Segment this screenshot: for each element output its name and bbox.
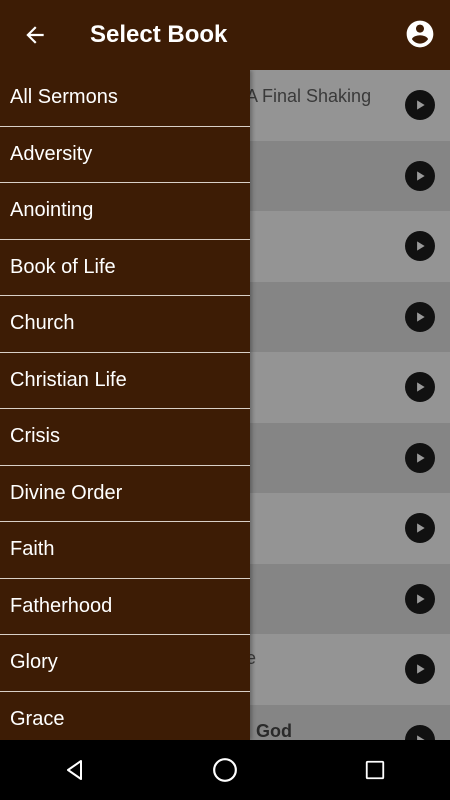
drawer-item[interactable]: Glory <box>0 635 250 692</box>
play-icon <box>417 593 425 604</box>
drawer-item[interactable]: Adversity <box>0 127 250 183</box>
drawer-item[interactable]: Divine Order <box>0 466 250 522</box>
drawer-item[interactable]: Anointing <box>0 183 250 240</box>
play-icon <box>417 311 425 322</box>
play-icon <box>417 100 425 110</box>
play-button[interactable] <box>405 724 435 740</box>
book-drawer: All Sermons Adversity Anointing Book of Lif… <box>0 70 250 740</box>
page-title: Select Book <box>90 21 228 48</box>
arrow-back-icon <box>26 26 44 44</box>
play-button[interactable] <box>405 442 435 473</box>
play-icon <box>417 734 425 740</box>
play-icon <box>417 664 425 674</box>
play-button[interactable] <box>405 513 435 543</box>
play-icon <box>417 452 425 463</box>
play-button[interactable] <box>405 654 435 684</box>
drawer-item[interactable]: Christian Life <box>0 353 250 409</box>
account-button[interactable] <box>404 18 436 50</box>
drawer-item[interactable]: All Sermons <box>0 70 250 127</box>
play-icon <box>417 241 425 251</box>
play-icon <box>417 523 425 533</box>
play-icon <box>417 382 425 392</box>
play-button[interactable] <box>405 301 435 332</box>
nav-back-icon <box>67 760 82 780</box>
system-nav-bar <box>0 740 450 800</box>
sermon-title: A Final Shaking <box>246 86 372 106</box>
play-button[interactable] <box>405 231 435 261</box>
drawer-item[interactable]: Church <box>0 296 250 353</box>
nav-recents-icon <box>365 760 385 780</box>
account-circle-icon <box>406 20 434 48</box>
drawer-item[interactable]: Grace <box>0 692 250 741</box>
drawer-item[interactable]: Faith <box>0 522 250 579</box>
sermon-title: l God <box>246 720 292 741</box>
play-button[interactable] <box>405 372 435 402</box>
play-button[interactable] <box>405 90 435 120</box>
play-button[interactable] <box>405 583 435 614</box>
drawer-item[interactable]: Fatherhood <box>0 579 250 635</box>
nav-back-button[interactable] <box>51 746 99 794</box>
nav-home-button[interactable] <box>201 746 249 794</box>
back-button[interactable] <box>20 20 50 50</box>
play-button[interactable] <box>405 160 435 191</box>
play-icon <box>417 170 425 181</box>
drawer-item[interactable]: Book of Life <box>0 240 250 296</box>
app-bar: Select Book <box>0 0 450 70</box>
nav-home-icon <box>213 758 237 782</box>
nav-recents-button[interactable] <box>351 746 399 794</box>
drawer-item[interactable]: Crisis <box>0 409 250 466</box>
